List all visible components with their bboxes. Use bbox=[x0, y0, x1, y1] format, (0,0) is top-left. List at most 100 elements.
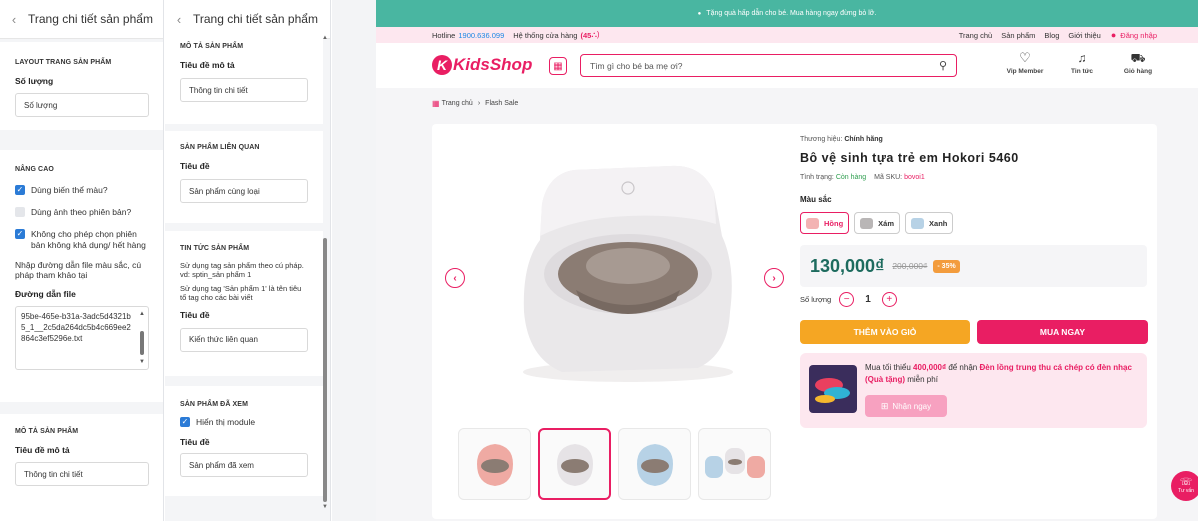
back-chevron-icon[interactable]: ‹ bbox=[0, 12, 28, 27]
top-strip: Hotline 1900.636.099 Hệ thống cửa hàng (… bbox=[376, 27, 1198, 43]
bullet-icon: ● bbox=[697, 10, 702, 17]
advanced-card: NÂNG CAO ✓ Dùng biến thể màu? Dùng ảnh t… bbox=[0, 150, 163, 402]
panel-title: Trang chi tiết sản phẩm bbox=[193, 12, 318, 26]
option-show-module[interactable]: ✓ Hiển thị module bbox=[180, 417, 308, 427]
vip-member-button[interactable]: ♡ Vip Member bbox=[1004, 50, 1046, 76]
prev-image-button[interactable]: ‹ bbox=[445, 268, 465, 288]
carp-lantern-image bbox=[815, 378, 850, 403]
swatch-pink-icon bbox=[806, 217, 819, 229]
logo-mark-icon: K bbox=[432, 55, 452, 75]
news-button[interactable]: ♫ Tin tức bbox=[1064, 51, 1100, 75]
description-card: MÔ TẢ SẢN PHẨM Tiêu đề mô tả Thông tin c… bbox=[0, 414, 163, 521]
checkbox-unchecked-icon[interactable] bbox=[15, 207, 25, 218]
gift-text: Mua tối thiểu 400,000₫ để nhận Đèn lồng … bbox=[865, 363, 1132, 384]
section-title-advanced: NÂNG CAO bbox=[15, 166, 54, 173]
description-card: MÔ TẢ SẢN PHẨM Tiêu đề mô tả Thông tin c… bbox=[165, 34, 323, 124]
nav-home[interactable]: Trang chủ bbox=[959, 31, 993, 40]
potty-set-image bbox=[704, 448, 765, 478]
stores-link[interactable]: Hệ thống cửa hàng bbox=[513, 31, 577, 40]
quantity-row: Số lượng − 1 + bbox=[800, 292, 897, 307]
settings-panel-right: ‹ Trang chi tiết sản phẩm MÔ TẢ SẢN PHẨM… bbox=[165, 0, 331, 521]
quantity-input[interactable]: Số lượng bbox=[15, 93, 149, 117]
checkbox-checked-icon[interactable]: ✓ bbox=[15, 229, 25, 240]
chat-consult-button[interactable]: ☏ Tư vấn bbox=[1171, 471, 1198, 501]
thumbnail-all-colors[interactable] bbox=[698, 428, 771, 500]
thumbnail-gray[interactable] bbox=[538, 428, 611, 500]
add-to-cart-button[interactable]: THÊM VÀO GIỎ bbox=[800, 320, 970, 344]
nav-blog[interactable]: Blog bbox=[1044, 31, 1059, 40]
news-hint-2: Sử dụng tag 'Sản phẩm 1' là tên tiêu tổ … bbox=[180, 284, 302, 302]
canvas-gutter bbox=[332, 0, 376, 521]
potty-blue-image bbox=[636, 444, 673, 486]
hotline-number[interactable]: 1900.636.099 bbox=[458, 31, 504, 40]
qty-plus-button[interactable]: + bbox=[881, 292, 897, 307]
color-option-blue[interactable]: Xanh bbox=[905, 212, 954, 234]
user-icon[interactable]: ● bbox=[1111, 30, 1116, 40]
scroll-up-icon[interactable]: ▲ bbox=[322, 35, 328, 41]
related-title-input[interactable]: Sản phẩm cùng loại bbox=[180, 179, 308, 203]
scrollbar-thumb[interactable] bbox=[140, 331, 144, 355]
thumbnail-blue[interactable] bbox=[618, 428, 691, 500]
thumbnail-pink[interactable] bbox=[458, 428, 531, 500]
home-icon: ▦ bbox=[432, 99, 440, 108]
viewed-card: SẢN PHẨM ĐÃ XEM ✓ Hiển thị module Tiêu đ… bbox=[165, 386, 323, 496]
section-title-description: MÔ TẢ SẢN PHẨM bbox=[15, 428, 79, 435]
nav-products[interactable]: Sản phẩm bbox=[1001, 31, 1035, 40]
sku-value: bovoi1 bbox=[904, 174, 925, 181]
news-card: TIN TỨC SẢN PHẨM Sử dụng tag sản phẩm th… bbox=[165, 231, 323, 376]
news-title-label: Tiêu đề bbox=[180, 309, 210, 320]
section-title-viewed: SẢN PHẨM ĐÃ XEM bbox=[180, 401, 249, 408]
qty-value[interactable]: 1 bbox=[865, 294, 871, 305]
breadcrumb: ▦ Trang chủ › Flash Sale bbox=[432, 99, 519, 108]
path-textarea[interactable]: 95be-465e-b31a-3adc5d4321b5_1__2c5da264d… bbox=[15, 306, 149, 370]
brand-name[interactable]: Chính hãng bbox=[844, 136, 883, 143]
viewed-title-label: Tiêu đề bbox=[180, 437, 210, 448]
description-title-input[interactable]: Thông tin chi tiết bbox=[15, 462, 149, 486]
color-option-pink[interactable]: Hồng bbox=[800, 212, 850, 234]
description-title-input[interactable]: Thông tin chi tiết bbox=[180, 78, 308, 102]
cart-button[interactable]: ⛟ Giỏ hàng bbox=[1120, 51, 1156, 75]
option-disable-outofstock[interactable]: ✓ Không cho phép chọn phiên bản không kh… bbox=[15, 229, 149, 250]
category-grid-icon[interactable]: ▦ bbox=[549, 57, 567, 75]
option-version-image[interactable]: Dùng ảnh theo phiên bản? bbox=[15, 207, 149, 218]
search-input[interactable]: Tìm gì cho bé ba mẹ ơi? ⚲ bbox=[580, 54, 957, 77]
swatch-blue-icon bbox=[911, 217, 925, 229]
checkbox-checked-icon[interactable]: ✓ bbox=[180, 417, 190, 427]
old-price: 200,000₫ bbox=[892, 261, 928, 271]
checkbox-checked-icon[interactable]: ✓ bbox=[15, 185, 25, 195]
settings-panel-left: ‹ Trang chi tiết sản phẩm LAYOUT TRANG S… bbox=[0, 0, 164, 521]
scroll-down-icon[interactable]: ▼ bbox=[139, 358, 145, 366]
color-option-gray[interactable]: Xám bbox=[854, 212, 901, 234]
heart-icon: ♡ bbox=[1019, 50, 1031, 65]
path-hint: Nhập đường dẫn file màu sắc, cú pháp tha… bbox=[15, 259, 142, 281]
potty-pink-image bbox=[476, 444, 513, 486]
section-title-news: TIN TỨC SẢN PHẨM bbox=[180, 245, 250, 252]
swatch-gray-icon bbox=[860, 217, 874, 229]
related-card: SẢN PHẨM LIÊN QUAN Tiêu đề Sản phẩm cùng… bbox=[165, 131, 323, 223]
price-box: 130,000₫ 200,000₫ - 35% bbox=[800, 245, 1147, 287]
nav-about[interactable]: Giới thiệu bbox=[1068, 31, 1100, 40]
option-variant-color[interactable]: ✓ Dùng biến thể màu? bbox=[15, 185, 149, 195]
cart-icon: ⛟ bbox=[1130, 51, 1146, 65]
back-chevron-icon[interactable]: ‹ bbox=[165, 12, 193, 27]
viewed-title-input[interactable]: Sản phẩm đã xem bbox=[180, 453, 308, 478]
login-link[interactable]: Đăng nhập bbox=[1120, 31, 1157, 40]
color-label: Màu sắc bbox=[800, 195, 832, 204]
brand-line: Thương hiệu: Chính hãng bbox=[800, 136, 883, 143]
buy-now-button[interactable]: MUA NGAY bbox=[977, 320, 1148, 344]
gift-box: Mua tối thiểu 400,000₫ để nhận Đèn lồng … bbox=[800, 353, 1147, 428]
section-title-related: SẢN PHẨM LIÊN QUAN bbox=[180, 144, 260, 151]
layout-card: LAYOUT TRANG SẢN PHẨM Số lượng Số lượng bbox=[0, 42, 163, 130]
breadcrumb-home[interactable]: Trang chủ bbox=[442, 100, 473, 107]
claim-gift-button[interactable]: ⊞ Nhận ngay bbox=[865, 395, 947, 417]
news-hint-1: Sử dụng tag sản phẩm theo cú pháp. vd: s… bbox=[180, 261, 304, 279]
breadcrumb-current[interactable]: Flash Sale bbox=[485, 100, 518, 107]
search-icon[interactable]: ⚲ bbox=[939, 59, 947, 72]
qty-minus-button[interactable]: − bbox=[839, 292, 855, 307]
scroll-up-icon[interactable]: ▲ bbox=[139, 310, 145, 318]
next-image-button[interactable]: › bbox=[764, 268, 784, 288]
site-logo[interactable]: K KidsShop bbox=[432, 55, 532, 75]
panel-scrollbar-thumb[interactable] bbox=[323, 238, 327, 502]
news-title-input[interactable]: Kiến thức liên quan bbox=[180, 327, 308, 352]
scroll-down-icon[interactable]: ▼ bbox=[322, 504, 328, 510]
